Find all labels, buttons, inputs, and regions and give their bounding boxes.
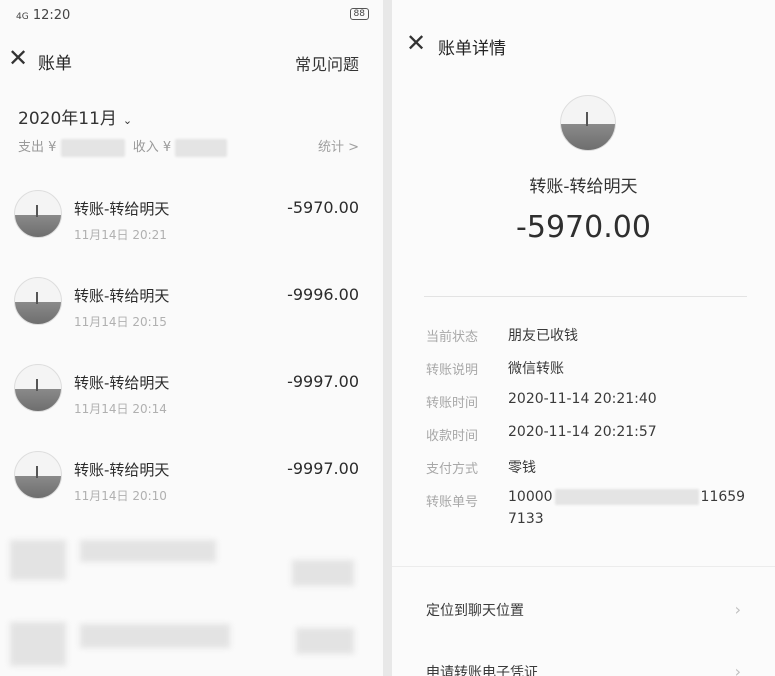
detail-label: 收款时间 [426,429,479,444]
transaction-name: 转账-转给明天 [74,200,170,218]
apply-voucher-link[interactable]: 申请转账电子凭证 [426,662,538,676]
detail-value: 2020-11-14 20:21:57 [508,424,657,440]
detail-value: 微信转账 [508,361,564,377]
bill-list-panel: 4G 12:20 88 ✕ 账单 常见问题 2020年11月 ⌄ 支出 ¥ 收入 … [0,0,383,676]
close-icon[interactable]: ✕ [406,31,426,55]
locate-chat-link[interactable]: 定位到聊天位置 [426,600,524,620]
transaction-time: 11月14日 20:10 [74,489,167,503]
month-selector[interactable]: 2020年11月 ⌄ [18,104,132,129]
transaction-row[interactable]: 转账-转给明天 11月14日 20:15 -9996.00 [14,277,359,347]
status-time: 4G 12:20 [16,8,71,23]
transaction-row[interactable]: 转账-转给明天 11月14日 20:10 -9997.00 [14,451,359,521]
transaction-time: 11月14日 20:15 [74,315,167,329]
transaction-name: 转账-转给明天 [74,287,170,305]
detail-label: 转账单号 [426,495,479,510]
avatar [14,277,62,325]
redacted-text [80,540,216,562]
redacted-expense [60,138,125,157]
stats-link[interactable]: 统计 > [318,136,359,155]
page-title: 账单 [38,54,72,74]
redacted-amount [292,560,354,586]
transaction-time: 11月14日 20:21 [74,228,167,242]
redacted-amount [296,628,354,654]
page-title: 账单详情 [438,39,506,59]
battery-icon: 88 [349,8,369,20]
detail-amount: -5970.00 [516,210,651,245]
transaction-amount: -5970.00 [287,198,359,217]
bill-detail-panel: ✕ 账单详情 转账-转给明天 -5970.00 当前状态 朋友已收钱 转账说明 … [392,0,775,676]
detail-label: 转账说明 [426,363,479,378]
transaction-time: 11月14日 20:14 [74,402,167,416]
payee-name: 转账-转给明天 [529,177,638,197]
payee-avatar [560,95,616,151]
transaction-name: 转账-转给明天 [74,461,170,479]
screenshot-divider [383,0,392,676]
transaction-amount: -9997.00 [287,372,359,391]
redacted-avatar [10,540,66,580]
transaction-amount: -9996.00 [287,285,359,304]
avatar [14,190,62,238]
chevron-down-icon: ⌄ [122,114,133,127]
divider [424,296,747,297]
transaction-id: 10000 11659 7133 [508,489,746,527]
transaction-row[interactable]: 转账-转给明天 11月14日 20:14 -9997.00 [14,364,359,434]
divider [392,566,775,567]
redacted-id [554,489,699,505]
avatar [14,364,62,412]
detail-label: 支付方式 [426,462,479,477]
detail-value: 零钱 [508,460,536,476]
transaction-amount: -9997.00 [287,459,359,478]
redacted-income [175,138,228,157]
transaction-row[interactable]: 转账-转给明天 11月14日 20:21 -5970.00 [14,190,359,260]
detail-label: 当前状态 [426,330,479,345]
status-bar: 4G 12:20 88 [16,6,369,26]
chevron-right-icon: › [734,600,741,619]
chevron-right-icon: › [734,662,741,676]
redacted-text [80,624,230,648]
transaction-name: 转账-转给明天 [74,374,170,392]
detail-value: 2020-11-14 20:21:40 [508,391,657,407]
redacted-avatar [10,622,66,666]
detail-value: 朋友已收钱 [508,328,578,344]
month-summary: 支出 ¥ 收入 ¥ [18,136,228,157]
close-icon[interactable]: ✕ [8,46,28,70]
avatar [14,451,62,499]
detail-label: 转账时间 [426,396,479,411]
status-right: 88 [346,8,369,20]
faq-link[interactable]: 常见问题 [295,51,359,75]
